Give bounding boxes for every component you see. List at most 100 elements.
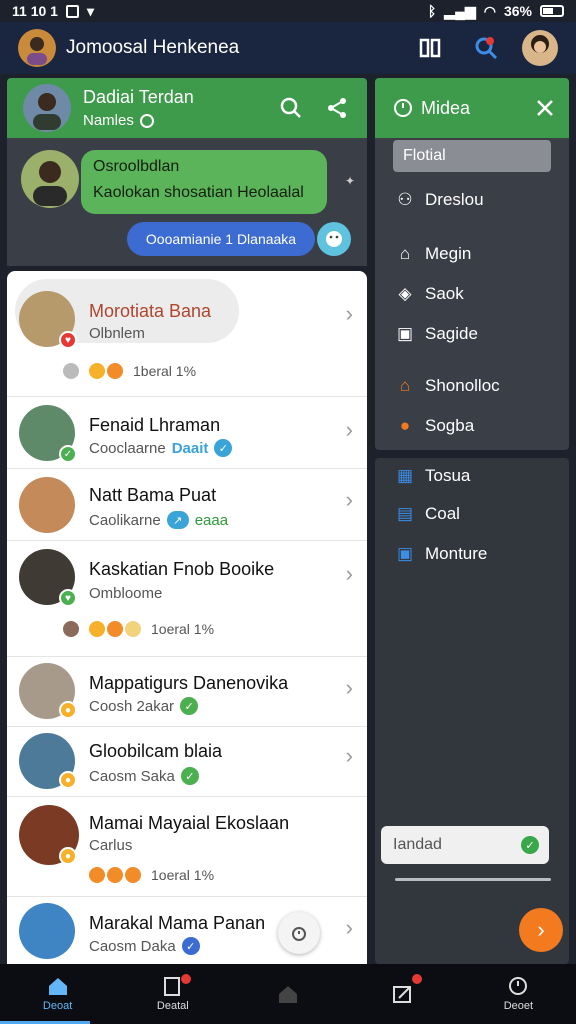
chat-status: Coosh 2akar ✓ — [89, 697, 199, 715]
drawer-item[interactable]: ▣ Monture — [395, 544, 487, 564]
bluetooth-icon: ᛒ — [427, 3, 437, 19]
check-icon: ✓ — [521, 836, 539, 854]
signal-icon: ▂▄▆ — [444, 2, 476, 19]
chevron-right-icon: › — [345, 561, 353, 586]
chat-status: Ombloome — [89, 585, 163, 602]
account-avatar[interactable] — [522, 30, 558, 66]
more-icon[interactable]: ✦ — [345, 174, 355, 188]
chat-name: Marakal Mama Panan — [89, 913, 266, 933]
reactions: 1beral 1% — [63, 363, 196, 379]
drawer-input[interactable]: Iandad ✓ — [381, 826, 549, 864]
chat-name: Morotiata Bana — [89, 301, 212, 321]
bubble-title: Osroolbdlan — [93, 158, 180, 175]
chat-row[interactable]: ✓ Fenaid Lhraman Cooclaarne Daait ✓ › — [7, 397, 367, 469]
scroll-indicator-button[interactable] — [278, 912, 320, 954]
drawer-item[interactable]: ⌂ Megin — [395, 244, 471, 264]
chat-row[interactable]: ● Gloobilcam blaia Caosm Saka ✓ › — [7, 727, 367, 797]
circle-icon: ● — [399, 416, 411, 435]
status-badge: ● — [59, 771, 77, 789]
drawer-title: Midea — [421, 97, 471, 118]
sender-avatar[interactable] — [21, 150, 79, 208]
drawer-item[interactable]: ⌂ Shonolloc — [395, 376, 500, 396]
next-fab-button[interactable]: › — [519, 908, 563, 952]
chat-panel: Dadiai Terdan Namles Osroolbdlan Kaoloka… — [7, 78, 367, 964]
chat-row[interactable]: Natt Bama Puat Caolikarne ↗ eaaa › — [7, 469, 367, 541]
nav-edit[interactable] — [346, 964, 461, 1024]
chat-status: Olbnlem — [89, 325, 145, 342]
wifi-icon: ◠ — [483, 2, 496, 19]
nav-history[interactable]: Deoet — [461, 964, 576, 1024]
bubble-text: Kaolokan shosatian Heolaalal — [93, 184, 304, 201]
location-icon: ▾ — [86, 2, 94, 19]
bottom-navigation: Deoat Deatal Deoet — [0, 964, 576, 1024]
chevron-right-icon: › — [345, 417, 353, 442]
app-title: Jomoosal Henkenea — [66, 37, 240, 58]
status-bar: 11 10 1 ▾ ᛒ ▂▄▆ ◠ 36% — [0, 0, 576, 22]
message-bubble[interactable]: Osroolbdlan Kaolokan shosatian Heolaalal — [81, 150, 327, 214]
chevron-right-icon: › — [345, 487, 353, 512]
nav-center[interactable] — [230, 964, 345, 1024]
divider — [395, 878, 551, 881]
chat-name: Fenaid Lhraman — [89, 415, 221, 435]
notification-icon — [65, 4, 79, 18]
search-contacts-button[interactable] — [466, 28, 506, 68]
chat-name: Mappatigurs Danenovika — [89, 673, 289, 693]
nav-details[interactable]: Deatal — [115, 964, 230, 1024]
chat-list: ♥ Morotiata Bana Olbnlem › 1beral 1% ✓ F… — [7, 271, 367, 964]
clock-icon — [509, 977, 528, 995]
emoji-button[interactable] — [317, 222, 351, 256]
side-drawer-lower: ▦ Tosua ▤ Coal ▣ Monture Iandad ✓ › — [375, 458, 569, 964]
drawer-item[interactable]: ▣ Sagide — [395, 324, 478, 344]
chat-avatar[interactable] — [19, 477, 75, 533]
top-app-bar: Jomoosal Henkenea — [0, 22, 576, 74]
status-badge: ● — [59, 847, 77, 865]
drawer-item[interactable]: ▤ Coal — [395, 504, 460, 524]
tag-icon: ▣ — [396, 324, 414, 343]
chat-status: Caolikarne ↗ eaaa — [89, 511, 229, 529]
chat-status: Cooclaarne Daait ✓ — [89, 439, 233, 457]
chat-name: Natt Bama Puat — [89, 485, 217, 505]
drawer-item[interactable]: ● Sogba — [395, 416, 474, 436]
status-badge: ♥ — [59, 589, 77, 607]
group-name: Dadiai Terdan — [83, 87, 194, 107]
chevron-right-icon: › — [345, 743, 353, 768]
group-header[interactable]: Dadiai Terdan Namles — [7, 78, 367, 138]
chevron-right-icon: › — [345, 301, 353, 326]
edit-icon — [393, 986, 412, 1003]
chat-row[interactable]: ♥ Morotiata Bana Olbnlem › 1beral 1% — [7, 271, 367, 397]
chat-row[interactable]: ♥ Kaskatian Fnob Booike Ombloome › 1oera… — [7, 541, 367, 657]
group-avatar[interactable] — [23, 84, 71, 132]
share-button[interactable] — [319, 90, 355, 126]
side-drawer: Midea Flotial ⚇ Dreslou ⌂ Megin ◈ Saok ▣ Sag… — [375, 78, 569, 450]
timer-icon — [292, 927, 306, 941]
reply-pill[interactable]: Oooamianie 1 Dlanaaka — [127, 222, 315, 256]
nav-home[interactable]: Deoat — [0, 964, 115, 1024]
drawer-item[interactable]: ▦ Tosua — [395, 466, 470, 486]
clock-icon — [394, 99, 412, 117]
status-badge: ♥ — [59, 331, 77, 349]
drawer-item-selected[interactable]: Flotial — [393, 140, 551, 172]
chevron-right-icon: › — [345, 675, 353, 700]
split-view-button[interactable] — [410, 28, 450, 68]
chat-status: Caosm Daka ✓ — [89, 937, 200, 955]
close-icon[interactable] — [535, 98, 555, 118]
columns-icon — [419, 38, 441, 58]
chat-row[interactable]: ● Mappatigurs Danenovika Coosh 2akar ✓ › — [7, 657, 367, 727]
search-button[interactable] — [273, 90, 309, 126]
app-root: 11 10 1 ▾ ᛒ ▂▄▆ ◠ 36% Jomoosal Henkenea — [0, 0, 576, 1024]
chat-row[interactable]: ● Mamai Mayaial Ekoslaan Carlus 1oeral 1… — [7, 797, 367, 897]
home-icon — [48, 978, 67, 995]
chat-name: Mamai Mayaial Ekoslaan — [89, 813, 290, 833]
message-preview-area: Osroolbdlan Kaolokan shosatian Heolaalal… — [7, 138, 367, 266]
shield-icon: ◈ — [398, 284, 412, 303]
search-icon — [280, 97, 301, 118]
house-icon — [279, 986, 297, 1003]
person-icon: ⚇ — [397, 190, 413, 209]
emoji-icon — [326, 231, 342, 247]
profile-avatar[interactable] — [18, 29, 56, 67]
chat-avatar[interactable] — [19, 903, 75, 959]
chevron-right-icon: › — [345, 915, 353, 940]
drawer-item[interactable]: ◈ Saok — [395, 284, 463, 304]
group-subtitle: Namles — [83, 112, 134, 129]
drawer-item[interactable]: ⚇ Dreslou — [395, 190, 483, 210]
